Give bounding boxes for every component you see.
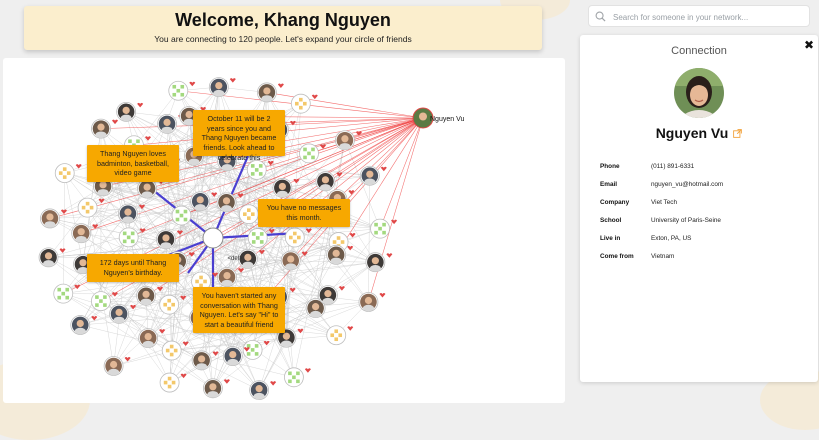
network-node[interactable]	[160, 373, 187, 392]
network-node[interactable]	[371, 219, 398, 238]
heart-icon	[145, 136, 151, 141]
heart-icon	[297, 329, 303, 334]
network-node[interactable]	[281, 251, 308, 270]
heart-icon	[189, 82, 195, 87]
center-node[interactable]	[203, 228, 223, 248]
network-node[interactable]	[55, 164, 82, 183]
search-icon	[595, 11, 606, 22]
network-node[interactable]	[72, 224, 99, 243]
detail-value: University of Paris-Seine	[651, 217, 721, 224]
network-graph-panel[interactable]: <del> Nguyen Vu October 11 will be 2 year…	[3, 58, 565, 403]
highlight-edge	[380, 118, 423, 229]
detail-row-email: Email nguyen_vu@hotmail.com	[600, 181, 810, 193]
detail-row-school: School University of Paris-Seine	[600, 217, 810, 229]
network-node[interactable]	[92, 119, 119, 138]
detail-label: Phone	[600, 163, 620, 170]
profile-name: Nguyen Vu	[656, 125, 729, 141]
detail-row-live-in: Live in Exton, PA, US	[600, 235, 810, 247]
welcome-banner: Welcome, Khang Nguyen You are connecting…	[24, 6, 542, 50]
heart-icon	[137, 103, 143, 108]
welcome-title: Welcome, Khang Nguyen	[24, 10, 542, 31]
heart-icon	[347, 246, 353, 251]
detail-row-come-from: Come from Vietnam	[600, 253, 810, 265]
tooltip-anniversary: October 11 will be 2 years since you and…	[193, 110, 285, 156]
heart-icon	[305, 368, 311, 373]
heart-icon	[386, 253, 392, 258]
profile-name-row: Nguyen Vu	[580, 125, 818, 141]
connection-title: Connection	[580, 45, 818, 57]
detail-value: Exton, PA, US	[651, 235, 691, 242]
network-node[interactable]	[257, 83, 284, 102]
connection-card: Connection ✖ Nguyen Vu Phone (011) 891-6…	[580, 35, 818, 382]
network-node[interactable]	[203, 379, 230, 398]
heart-icon	[379, 293, 385, 298]
heart-icon	[278, 83, 284, 88]
detail-value: (011) 891-6331	[651, 163, 694, 170]
heart-icon	[381, 167, 387, 172]
tooltip-conversation: You haven't started any conversation wit…	[193, 287, 285, 333]
network-node[interactable]	[327, 326, 354, 345]
network-node[interactable]	[71, 315, 98, 334]
detail-row-company: Company Viet Tech	[600, 199, 810, 211]
network-node[interactable]	[78, 198, 105, 217]
heart-icon	[60, 248, 66, 253]
profile-avatar	[674, 68, 724, 118]
heart-icon	[230, 78, 236, 83]
network-node[interactable]	[250, 381, 277, 400]
heart-icon	[347, 326, 353, 331]
detail-label: Live in	[600, 235, 620, 242]
graph-edge	[368, 176, 369, 302]
network-node[interactable]	[104, 356, 131, 375]
detail-row-phone: Phone (011) 891-6331	[600, 163, 810, 175]
external-link-icon[interactable]	[733, 129, 742, 138]
heart-icon	[157, 287, 163, 292]
network-node[interactable]	[316, 172, 343, 191]
network-node[interactable]	[117, 102, 144, 121]
network-node[interactable]	[366, 253, 393, 272]
heart-icon	[76, 164, 82, 169]
highlight-edge	[368, 118, 423, 302]
network-node[interactable]	[192, 351, 219, 370]
highlight-edge	[291, 118, 423, 261]
heart-icon	[270, 381, 276, 386]
network-search[interactable]	[588, 5, 810, 27]
network-node[interactable]	[40, 209, 66, 228]
detail-label: Email	[600, 181, 617, 188]
tooltip-messages: You have no messages this month.	[258, 199, 350, 227]
network-node[interactable]	[359, 292, 386, 311]
network-node[interactable]	[217, 193, 244, 212]
network-node[interactable]	[284, 368, 311, 387]
search-input[interactable]	[611, 9, 805, 25]
detail-label: School	[600, 217, 621, 224]
network-node[interactable]	[209, 78, 236, 97]
network-node[interactable]	[160, 295, 187, 314]
graph-edge	[63, 294, 213, 389]
network-node[interactable]	[291, 94, 318, 113]
center-node-label: <del>	[227, 256, 243, 262]
detail-label: Company	[600, 199, 629, 206]
highlighted-node-label: Nguyen Vu	[430, 116, 464, 123]
highlight-edge	[267, 92, 423, 118]
network-node[interactable]	[360, 166, 387, 185]
close-icon[interactable]: ✖	[803, 39, 815, 51]
detail-label: Come from	[600, 253, 634, 260]
detail-value: nguyen_vu@hotmail.com	[651, 181, 723, 188]
network-node[interactable]	[335, 131, 362, 150]
network-node[interactable]	[318, 286, 345, 305]
heart-icon	[112, 120, 118, 125]
network-node[interactable]	[300, 144, 327, 163]
heart-icon	[312, 95, 318, 100]
detail-value: Vietnam	[651, 253, 674, 260]
tooltip-birthday: 172 days until Thang Nguyen's birthday.	[87, 254, 179, 282]
detail-value: Viet Tech	[651, 199, 677, 206]
graph-edge	[63, 173, 64, 294]
heart-icon	[224, 379, 230, 384]
network-node[interactable]	[169, 81, 196, 100]
welcome-subtitle: You are connecting to 120 people. Let's …	[24, 34, 542, 44]
heart-icon	[213, 351, 219, 356]
network-node[interactable]	[118, 204, 144, 223]
tooltip-hobbies: Thang Nguyen loves badminton, basketball…	[87, 145, 179, 182]
